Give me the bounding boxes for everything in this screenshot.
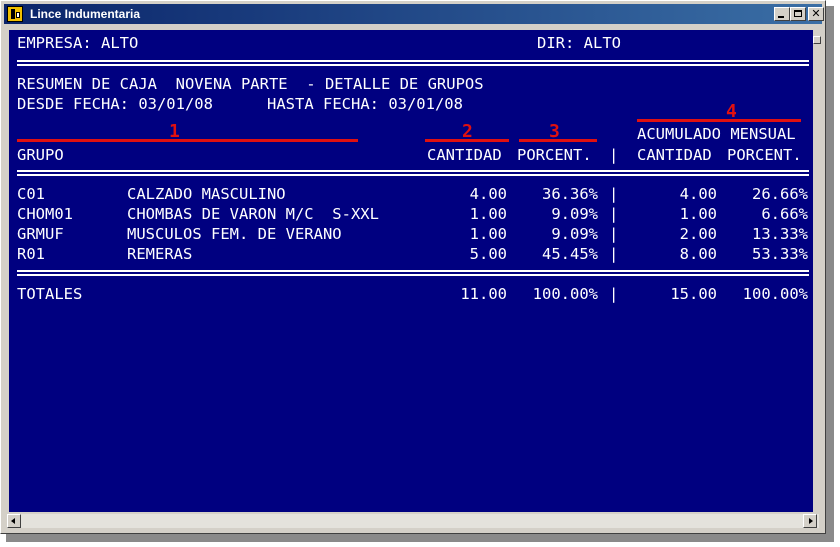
close-icon: ✕ [811, 7, 821, 20]
row-porcent: 45.45% [542, 245, 598, 263]
arrow-left-icon [11, 518, 15, 524]
totals-porcent: 100.00% [532, 285, 598, 303]
annotation-line-3 [519, 139, 597, 142]
row-code: C01 [17, 185, 45, 203]
divider-top [17, 60, 809, 66]
horizontal-scrollbar[interactable] [7, 514, 819, 528]
row-porcent: 36.36% [542, 185, 598, 203]
row-acum-cantidad: 1.00 [679, 205, 717, 223]
empresa-label: EMPRESA: ALTO [17, 34, 139, 52]
desde-fecha: DESDE FECHA: 03/01/08 [17, 95, 213, 113]
row-separator: | [609, 245, 619, 263]
row-acum-cantidad: 8.00 [679, 245, 717, 263]
row-separator: | [609, 225, 619, 243]
window-title: Lince Indumentaria [30, 7, 141, 21]
title-bar[interactable]: Lince Indumentaria ✕ [4, 4, 824, 24]
maximize-button[interactable] [790, 7, 806, 21]
window-shadow-bottom [6, 534, 834, 542]
row-code: CHOM01 [17, 205, 73, 223]
vertical-scroll-thumb[interactable] [813, 36, 821, 44]
row-desc: CALZADO MASCULINO [127, 185, 286, 203]
row-porcent: 9.09% [551, 205, 598, 223]
report-title: RESUMEN DE CAJA NOVENA PARTE - DETALLE D… [17, 75, 484, 93]
scroll-right-button[interactable] [803, 514, 817, 528]
row-cantidad: 4.00 [469, 185, 507, 203]
row-separator: | [609, 205, 619, 223]
totals-label: TOTALES [17, 285, 83, 303]
acum-cantidad-header: CANTIDAD [637, 146, 712, 164]
acumulado-mensual-header: ACUMULADO MENSUAL [637, 125, 796, 143]
row-desc: CHOMBAS DE VARON M/C S-XXL [127, 205, 379, 223]
row-cantidad: 1.00 [469, 205, 507, 223]
scrollbar-corner [819, 514, 825, 528]
close-button[interactable]: ✕ [808, 7, 824, 21]
row-acum-porcent: 26.66% [752, 185, 808, 203]
row-acum-cantidad: 2.00 [679, 225, 717, 243]
hasta-fecha: HASTA FECHA: 03/01/08 [267, 95, 463, 113]
scroll-left-button[interactable] [7, 514, 21, 528]
totals-acum-porcent: 100.00% [742, 285, 808, 303]
minimize-button[interactable] [774, 7, 790, 21]
window-shadow-right [826, 6, 834, 540]
row-cantidad: 1.00 [469, 225, 507, 243]
row-cantidad: 5.00 [469, 245, 507, 263]
dir-label: DIR: ALTO [537, 34, 621, 52]
column-separator: | [609, 146, 619, 164]
annotation-line-4 [637, 119, 801, 122]
divider-header [17, 170, 809, 176]
minimize-icon [778, 16, 784, 18]
cantidad-header: CANTIDAD [427, 146, 502, 164]
app-icon[interactable] [7, 6, 23, 22]
vertical-scrollbar[interactable] [813, 30, 821, 512]
maximize-icon [794, 10, 802, 17]
annotation-line-2 [425, 139, 509, 142]
row-desc: MUSCULOS FEM. DE VERANO [127, 225, 342, 243]
divider-totals [17, 270, 809, 276]
row-acum-porcent: 53.33% [752, 245, 808, 263]
annotation-line-1 [17, 139, 358, 142]
console-screen[interactable]: EMPRESA: ALTO DIR: ALTO RESUMEN DE CAJA … [9, 30, 813, 512]
row-code: R01 [17, 245, 45, 263]
row-acum-porcent: 13.33% [752, 225, 808, 243]
app-window: Lince Indumentaria ✕ EMPRESA: ALTO DIR: … [0, 0, 826, 534]
porcent-header: PORCENT. [517, 146, 592, 164]
arrow-right-icon [809, 518, 813, 524]
row-porcent: 9.09% [551, 225, 598, 243]
grupo-header: GRUPO [17, 146, 64, 164]
totals-separator: | [609, 285, 619, 303]
row-code: GRMUF [17, 225, 64, 243]
totals-acum-cantidad: 15.00 [670, 285, 717, 303]
acum-porcent-header: PORCENT. [727, 146, 802, 164]
row-acum-cantidad: 4.00 [679, 185, 717, 203]
row-desc: REMERAS [127, 245, 193, 263]
row-separator: | [609, 185, 619, 203]
row-acum-porcent: 6.66% [761, 205, 808, 223]
totals-cantidad: 11.00 [460, 285, 507, 303]
